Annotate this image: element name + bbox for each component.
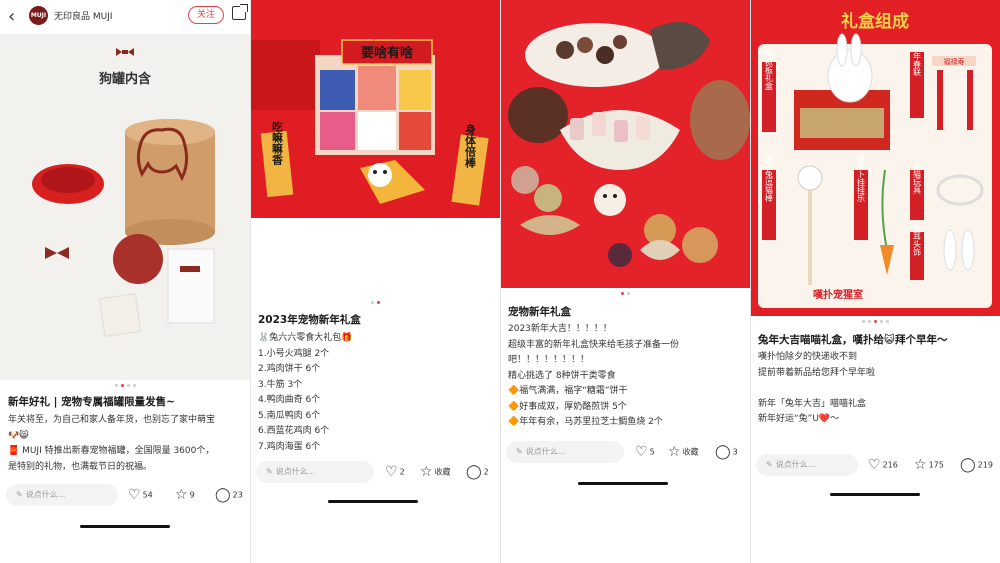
post-image[interactable] xyxy=(500,0,750,288)
comment-button[interactable]: ◯ 23 xyxy=(215,487,243,503)
label-teaser: 蹦迪兔逗猫棒 xyxy=(765,153,774,203)
pencil-icon: ✎ xyxy=(266,467,273,476)
post-panel-new-year-box: 宠物新年礼盒 2023新年大吉！！！！！ 超级丰富的新年礼盒快来给毛孩子准备一份… xyxy=(500,0,750,563)
back-arrow-icon[interactable]: ‹ xyxy=(8,6,15,27)
post-actions: ✎ 说点什么... ♡ 5 ☆ 收藏 ◯ 3 xyxy=(500,441,750,465)
post-header: ‹ MUJI 无印良品 MUJI 关注 xyxy=(0,0,250,34)
sign-chima: 吃嘛嘛香 xyxy=(271,120,285,166)
post-panel-cat-gift-box: 礼盒组成 猫抓板礼盒 兔年春联 福禄寿 蹦迪兔逗猫棒 福萝卜挂挂乐 兔猫玩具 兔… xyxy=(750,0,1000,563)
star-icon: ☆ xyxy=(668,444,681,460)
panel-divider xyxy=(250,0,251,563)
sign-yaosha: 要啥有啥 xyxy=(361,45,413,61)
post-body: 嘆扑怕除夕的快递收不到 提前带着新品给您拜个早年啦 新年「兔年大吉」喵喵礼盒 新… xyxy=(758,352,876,424)
carousel-dots xyxy=(750,320,1000,323)
panel-divider xyxy=(500,0,501,563)
label-ears: 兔耳头饰 xyxy=(913,223,922,257)
post-body: 年关将至，为自己和家人备年货，也别忘了家中萌宝 🐶😸 🧧 MUJI 特推出新春宠… xyxy=(8,415,216,472)
carousel-dots xyxy=(0,384,250,387)
comment-button[interactable]: ◯ 219 xyxy=(960,457,993,473)
sign-shenti: 身体倍棒 xyxy=(464,123,477,169)
heart-icon: ♡ xyxy=(635,444,648,460)
label-scratch-box: 猫抓板礼盒 xyxy=(765,49,774,90)
share-icon[interactable] xyxy=(232,4,248,20)
post-actions: ✎ 说点什么... ♡ 54 ☆ 9 ◯ 23 xyxy=(0,484,250,508)
comment-input[interactable]: ✎ 说点什么... xyxy=(506,441,624,463)
post-actions: ✎ 说点什么... ♡ 2 ☆ 收藏 ◯ 2 xyxy=(250,461,500,485)
post-actions: ✎ 说点什么... ♡ 216 ☆ 175 ◯ 219 xyxy=(750,454,1000,478)
carousel-dots xyxy=(250,301,500,304)
star-icon: ☆ xyxy=(420,464,433,480)
post-panel-gift-2023: 要啥有啥 吃嘛嘛香 身体倍棒 2023年宠物新年礼盒 🐰兔六六零食大礼包🎁 1.… xyxy=(250,0,500,563)
comment-button[interactable]: ◯ 3 xyxy=(715,444,738,460)
comment-input[interactable]: ✎ 说点什么... xyxy=(256,461,374,483)
carousel-dots xyxy=(500,292,750,295)
post-title: 兔年大吉喵喵礼盒，嘆扑给😺拜个早年～ xyxy=(758,334,948,346)
author-name[interactable]: 无印良品 MUJI xyxy=(54,9,113,22)
comment-icon: ◯ xyxy=(960,457,976,473)
comment-input[interactable]: ✎ 说点什么... xyxy=(756,454,858,476)
post-image[interactable]: 礼盒组成 猫抓板礼盒 兔年春联 福禄寿 蹦迪兔逗猫棒 福萝卜挂挂乐 兔猫玩具 兔… xyxy=(750,0,1000,316)
post-body: 2023新年大吉！！！！！ 超级丰富的新年礼盒快来给毛孩子准备一份 吧！！！！！… xyxy=(508,324,680,427)
star-icon: ☆ xyxy=(914,457,927,473)
panel-divider xyxy=(750,0,751,563)
comment-input[interactable]: ✎ 说点什么... xyxy=(6,484,118,506)
post-image[interactable]: 狗罐内含 xyxy=(0,34,250,380)
comment-icon: ◯ xyxy=(466,464,482,480)
post-image[interactable]: 要啥有啥 吃嘛嘛香 身体倍棒 xyxy=(250,0,500,218)
like-button[interactable]: ♡ 2 xyxy=(385,464,405,480)
avatar[interactable]: MUJI xyxy=(29,6,48,25)
collect-button[interactable]: ☆ 9 xyxy=(175,487,195,503)
post-panel-muji: ‹ MUJI 无印良品 MUJI 关注 狗罐内含 新年好礼 | 宠物专属福罐限量… xyxy=(0,0,250,563)
post-title: 新年好礼 | 宠物专属福罐限量发售~ xyxy=(8,396,175,408)
post-title: 宠物新年礼盒 xyxy=(508,306,571,318)
home-indicator xyxy=(328,500,418,503)
heart-icon: ♡ xyxy=(128,487,141,503)
home-indicator xyxy=(80,525,170,528)
gift-components-illustration: 礼盒组成 猫抓板礼盒 兔年春联 福禄寿 蹦迪兔逗猫棒 福萝卜挂挂乐 兔猫玩具 兔… xyxy=(750,0,1000,316)
label-fulushou: 福禄寿 xyxy=(944,57,965,66)
treats-illustration xyxy=(500,0,750,288)
brand-mark: 嘆扑宠猩室 xyxy=(813,288,863,301)
image-banner: 礼盒组成 xyxy=(841,11,909,32)
pencil-icon: ✎ xyxy=(516,447,523,456)
comment-button[interactable]: ◯ 2 xyxy=(466,464,489,480)
comment-icon: ◯ xyxy=(715,444,731,460)
collect-button[interactable]: ☆ 收藏 xyxy=(420,464,451,480)
label-toy: 兔猫玩具 xyxy=(913,161,922,195)
home-indicator xyxy=(830,493,920,496)
like-button[interactable]: ♡ 216 xyxy=(868,457,898,473)
image-caption: 狗罐内含 xyxy=(99,71,152,87)
label-radish: 福萝卜挂挂乐 xyxy=(857,154,866,202)
like-button[interactable]: ♡ 5 xyxy=(635,444,655,460)
comment-icon: ◯ xyxy=(215,487,231,503)
gift-box-illustration: 要啥有啥 吃嘛嘛香 身体倍棒 xyxy=(250,0,500,218)
follow-button[interactable]: 关注 xyxy=(188,6,224,24)
collage: ‹ MUJI 无印良品 MUJI 关注 狗罐内含 新年好礼 | 宠物专属福罐限量… xyxy=(0,0,1000,563)
heart-icon: ♡ xyxy=(385,464,398,480)
pencil-icon: ✎ xyxy=(766,460,773,469)
home-indicator xyxy=(578,482,668,485)
post-body: 🐰兔六六零食大礼包🎁 1.小号火鸡腿 2个 2.鸡肉饼干 6个 3.牛筋 3个 … xyxy=(258,333,353,452)
post-title: 2023年宠物新年礼盒 xyxy=(258,314,361,326)
heart-icon: ♡ xyxy=(868,457,881,473)
label-couplet: 兔年春联 xyxy=(913,43,922,77)
star-icon: ☆ xyxy=(175,487,188,503)
product-illustration: 狗罐内含 xyxy=(0,34,250,380)
like-button[interactable]: ♡ 54 xyxy=(128,487,153,503)
collect-button[interactable]: ☆ 收藏 xyxy=(668,444,699,460)
collect-button[interactable]: ☆ 175 xyxy=(914,457,944,473)
pencil-icon: ✎ xyxy=(16,490,23,499)
